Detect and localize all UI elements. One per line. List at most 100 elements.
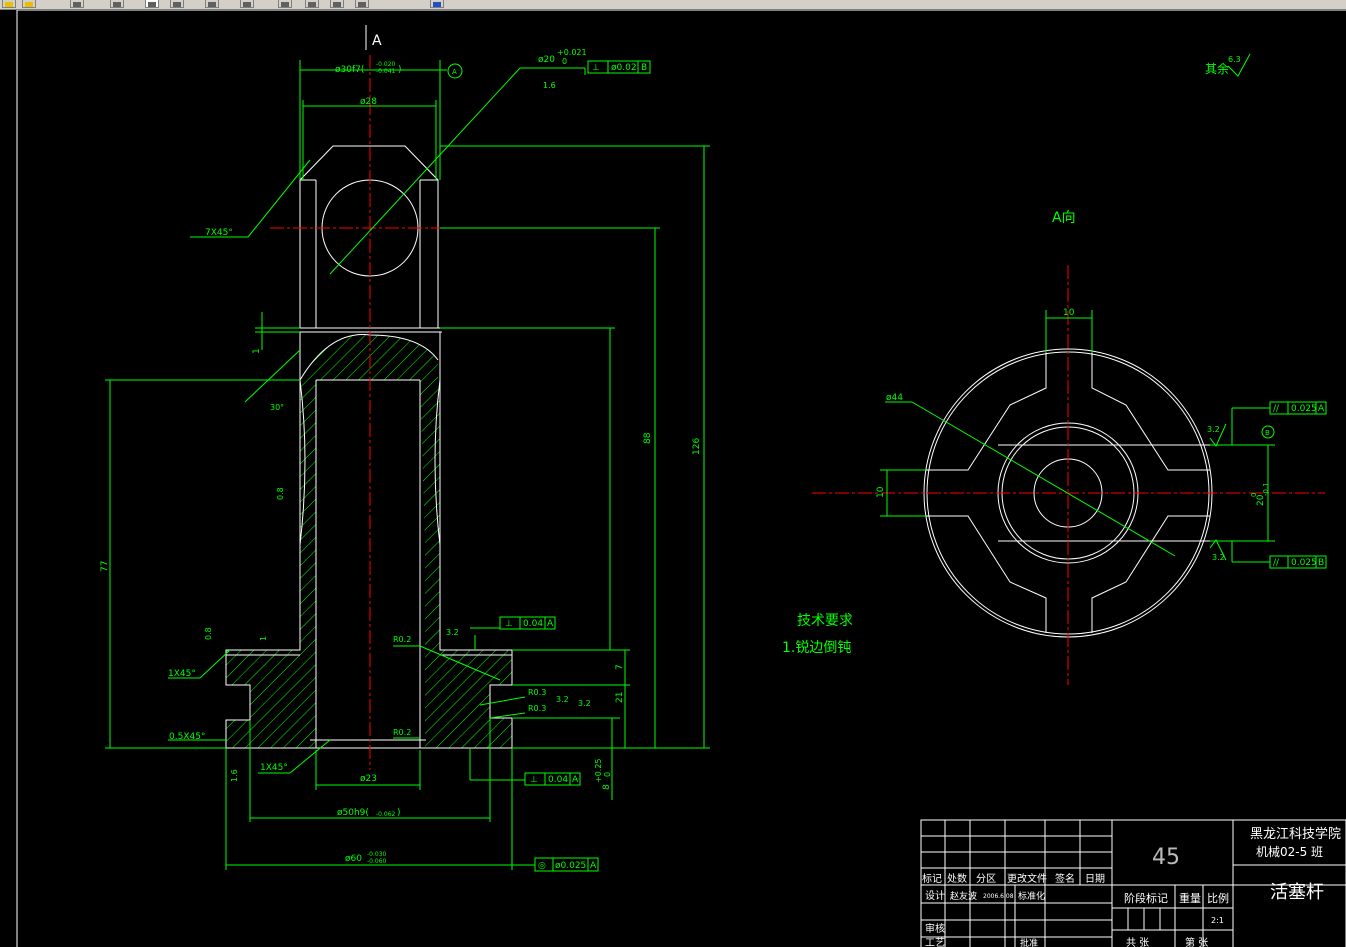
- zoom-realtime-button[interactable]: [110, 0, 124, 8]
- fcf-par-bot: // 0.025 B: [1269, 555, 1327, 569]
- new-button[interactable]: [2, 0, 16, 8]
- chamfer-1x45-top: 1X45°: [168, 669, 196, 679]
- dim-dia-50: ø50h9(: [337, 808, 369, 818]
- rough-32b: 3.2: [556, 695, 569, 704]
- svg-text:0.04: 0.04: [523, 619, 543, 629]
- svg-text:0.04: 0.04: [548, 775, 568, 785]
- open-button[interactable]: [22, 0, 36, 8]
- dim-126: 126: [692, 438, 702, 455]
- svg-text:重量: 重量: [1179, 891, 1201, 905]
- notes-line1: 1.锐边倒钝: [782, 640, 851, 656]
- dim-8-lower: 0: [603, 772, 612, 777]
- a-view-title: A向: [1052, 210, 1076, 226]
- svg-text:第 张: 第 张: [1185, 936, 1208, 947]
- svg-text:3.2: 3.2: [1212, 553, 1225, 562]
- svg-text:标准化: 标准化: [1018, 890, 1045, 902]
- pan-button[interactable]: [205, 0, 219, 8]
- open-icon: [25, 2, 33, 7]
- svg-text:10: 10: [1063, 308, 1075, 318]
- svg-text:0.025: 0.025: [1291, 404, 1317, 414]
- dim-dia-60: ø60: [345, 854, 362, 864]
- r03-a: R0.3: [528, 688, 546, 697]
- rough-32c: 3.2: [578, 699, 591, 708]
- svg-text:分区: 分区: [976, 873, 996, 885]
- svg-text:2:1: 2:1: [1211, 916, 1224, 925]
- print-button[interactable]: [70, 0, 84, 8]
- svg-text:0: 0: [1250, 493, 1258, 497]
- svg-text:标记: 标记: [922, 873, 942, 885]
- svg-text:6.3: 6.3: [1228, 55, 1241, 64]
- school-name: 黑龙江科技学院: [1250, 826, 1341, 842]
- svg-text:处数: 处数: [947, 872, 967, 885]
- dim-1-flange: 1: [259, 636, 268, 641]
- r02-top: R0.2: [393, 635, 411, 644]
- svg-text:ø0.02: ø0.02: [611, 63, 637, 73]
- svg-text:0.025: 0.025: [1291, 558, 1317, 568]
- layer-icon: [281, 2, 289, 7]
- rough-32: 3.2: [446, 628, 459, 637]
- drawing-border: [16, 10, 1346, 947]
- svg-text:10: 10: [876, 486, 886, 498]
- main-section-view: [105, 55, 710, 870]
- fcf-par-top: // 0.025 A: [1269, 401, 1327, 415]
- svg-text:设计: 设计: [925, 889, 945, 902]
- help-button[interactable]: [430, 0, 444, 8]
- rough-16: 1.6: [230, 769, 239, 782]
- svg-text://: //: [1273, 404, 1280, 414]
- drawing-canvas[interactable]: ø30f7( -0.020 -0.041 ) ø28 ø20 +0.021 0 …: [0, 10, 1346, 947]
- dim-dia-23: ø23: [360, 774, 377, 784]
- print-icon: [73, 2, 81, 7]
- layer-button[interactable]: [278, 0, 292, 8]
- part-name: 活塞杆: [1270, 882, 1324, 903]
- svg-text:⊥: ⊥: [505, 619, 513, 629]
- r03-b: R0.3: [528, 704, 546, 713]
- dim-dia-50-close: ): [397, 808, 401, 818]
- zoom-window-button[interactable]: [145, 0, 159, 8]
- svg-text:3.2: 3.2: [1207, 425, 1220, 434]
- toolpalette-icon: [358, 2, 366, 7]
- designcenter-button[interactable]: [330, 0, 344, 8]
- svg-text:B: B: [1265, 429, 1270, 437]
- datum-a-top: A: [452, 68, 457, 76]
- zoom-previous-icon: [173, 2, 181, 7]
- dim-dia-60-upper: -0.030: [367, 851, 387, 858]
- zoom-previous-button[interactable]: [170, 0, 184, 8]
- class-name: 机械02-5 班: [1256, 844, 1323, 859]
- title-block-text: 黑龙江科技学院 机械02-5 班 45 活塞杆 标记 处数 分区 更改文件 签名…: [922, 826, 1341, 947]
- dim-top-fit-upper: -0.020: [376, 61, 396, 68]
- dim-angle-30: 30°: [270, 403, 284, 412]
- new-icon: [5, 2, 13, 7]
- dim-8-upper: +0.25: [594, 758, 603, 783]
- dim-dia-60-lower: -0.060: [367, 858, 387, 865]
- svg-text:A: A: [547, 619, 554, 629]
- a-view: A向: [812, 210, 1325, 685]
- toolbar: [0, 0, 1346, 10]
- svg-text://: //: [1273, 558, 1280, 568]
- svg-text:赵友波: 赵友波: [950, 890, 977, 902]
- dim-8: 8: [602, 784, 612, 790]
- svg-text:日期: 日期: [1085, 873, 1105, 885]
- technical-notes: 技术要求 1.锐边倒钝: [782, 613, 853, 656]
- svg-text:ø44: ø44: [886, 393, 903, 403]
- properties-button[interactable]: [240, 0, 254, 8]
- svg-text:工艺: 工艺: [925, 937, 945, 947]
- match-button[interactable]: [305, 0, 319, 8]
- svg-text:阶段标记: 阶段标记: [1124, 891, 1168, 905]
- fcf-flange-perp-top: ⊥ 0.04 A: [499, 616, 556, 630]
- svg-text:A: A: [1318, 404, 1325, 414]
- svg-text:比例: 比例: [1207, 891, 1229, 905]
- svg-text:批准: 批准: [1020, 937, 1038, 947]
- rough-08: 0.8: [276, 487, 285, 500]
- rough-08b: 0.8: [204, 627, 213, 640]
- material: 45: [1152, 845, 1180, 870]
- svg-text:⊥: ⊥: [592, 63, 600, 73]
- help-icon: [433, 2, 441, 7]
- svg-text:共 张: 共 张: [1126, 937, 1149, 947]
- svg-text:其余: 其余: [1205, 61, 1229, 76]
- properties-icon: [243, 2, 251, 7]
- toolpalette-button[interactable]: [355, 0, 369, 8]
- dim-21: 21: [615, 692, 625, 703]
- chamfer-1x45-bot: 1X45°: [260, 763, 288, 773]
- fcf-coax-60: ◎ ø0.025 A: [534, 857, 599, 872]
- dim-hole-lower: 0: [562, 57, 567, 66]
